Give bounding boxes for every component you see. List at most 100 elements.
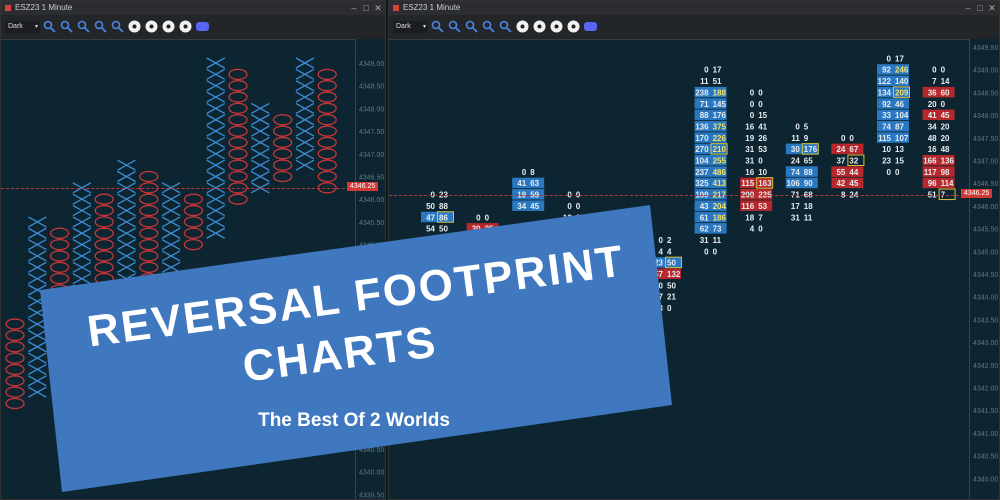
ask-volume: 17 — [713, 66, 722, 75]
refresh-icon[interactable] — [179, 20, 192, 33]
left-window-title: ESZ23 1 Minute — [15, 3, 73, 12]
line-icon[interactable] — [145, 20, 158, 33]
ask-volume: 0 — [941, 66, 946, 75]
pencil-tool-icon[interactable] — [111, 20, 124, 33]
axis-tick-label: 4341.00 — [973, 431, 998, 438]
bid-volume: 27 — [654, 293, 663, 302]
ask-volume: 50 — [439, 225, 448, 234]
left-price-axis[interactable]: 4349.00 4348.50 4348.00 4347.50 4347.00 4346.… — [355, 39, 386, 500]
footprint-column: 0 17 11 51 238 188 71 145 88 176 136 375 170 226 270 21… — [694, 66, 728, 256]
pf-o-mark — [139, 204, 159, 217]
footprint-plot[interactable]: 0 2350 8847 8654 500 030 2533 170 841 6319 5934 450… — [389, 39, 969, 500]
ask-volume: 7 — [758, 213, 763, 222]
ask-volume: 73 — [713, 225, 722, 234]
ask-volume: 104 — [895, 111, 909, 120]
layout-icon[interactable] — [431, 20, 444, 33]
bid-volume: 7 — [932, 77, 937, 86]
zoom-in-icon[interactable] — [60, 20, 73, 33]
ask-volume: 18 — [804, 202, 813, 211]
pf-o-mark — [94, 318, 114, 330]
refresh-icon[interactable] — [567, 20, 580, 33]
minimize-icon[interactable]: – — [963, 1, 973, 15]
pf-o-mark — [272, 136, 293, 149]
pencil-tool-icon[interactable] — [499, 20, 512, 33]
ask-volume: 10 — [758, 168, 767, 177]
ask-volume: 176 — [804, 145, 818, 154]
ask-volume: 11 — [804, 213, 813, 222]
cursor-icon[interactable] — [516, 20, 529, 33]
pf-o-mark — [228, 136, 248, 149]
pf-o-mark — [228, 125, 248, 137]
line-icon[interactable] — [533, 20, 546, 33]
search-icon[interactable] — [482, 20, 495, 33]
close-icon[interactable]: ✕ — [987, 1, 997, 15]
app-icon — [393, 5, 399, 11]
bid-volume: 74 — [882, 122, 891, 131]
pf-o-mark — [317, 159, 337, 171]
info-icon[interactable] — [550, 20, 563, 33]
axis-tick-label: 4341.00 — [359, 424, 384, 431]
ask-volume: 44 — [849, 168, 858, 177]
bid-volume: 0 — [659, 236, 664, 245]
pf-o-mark — [228, 159, 248, 171]
discord-icon[interactable] — [584, 20, 597, 33]
theme-select[interactable]: Dark ▾ — [5, 21, 40, 33]
ask-volume: 51 — [713, 77, 722, 86]
zoom-out-icon[interactable] — [465, 20, 478, 33]
minimize-icon[interactable]: – — [349, 1, 359, 15]
bid-volume: 0 — [476, 213, 481, 222]
ask-volume: 107 — [895, 134, 909, 143]
last-price-line — [389, 194, 969, 196]
cursor-icon[interactable] — [128, 20, 141, 33]
ask-volume: 60 — [941, 88, 950, 97]
bid-volume: 11 — [700, 77, 709, 86]
pf-o-mark — [49, 295, 70, 308]
last-price-tag: 4346.25 — [961, 188, 993, 198]
maximize-icon[interactable]: □ — [975, 1, 985, 15]
left-toolbar: Dark ▾ — [1, 15, 385, 40]
ask-volume: 132 — [667, 270, 681, 279]
axis-tick-label: 4343.00 — [973, 340, 998, 347]
close-icon[interactable]: ✕ — [373, 1, 383, 15]
pf-o-mark — [49, 352, 70, 364]
pf-o-mark — [49, 238, 70, 251]
info-icon[interactable] — [162, 20, 175, 33]
bid-volume: 104 — [695, 157, 709, 166]
ask-volume: 48 — [941, 145, 950, 154]
ask-volume: 5 — [804, 122, 809, 131]
pf-column-X — [206, 57, 226, 239]
bid-volume: 57 — [654, 270, 663, 279]
discord-icon[interactable] — [196, 20, 209, 33]
pf-o-mark — [49, 227, 70, 239]
layout-icon[interactable] — [43, 20, 56, 33]
axis-tick-label: 4340.50 — [359, 447, 384, 454]
zoom-out-icon[interactable] — [77, 20, 90, 33]
axis-tick-label: 4345.50 — [973, 227, 998, 234]
bid-volume: 116 — [741, 202, 754, 211]
ask-volume: 50 — [621, 213, 630, 222]
right-price-axis[interactable]: 4349.50 4349.00 4348.50 4348.00 4347.50 4347.… — [969, 39, 1000, 500]
ask-volume: 9 — [804, 134, 809, 143]
bid-volume: 96 — [928, 179, 937, 188]
bid-volume: 0 — [750, 100, 755, 109]
pf-column-X — [161, 182, 181, 285]
bid-volume: 134 — [878, 88, 892, 97]
pf-o-mark — [183, 227, 204, 239]
pf-o-mark — [5, 363, 25, 376]
ask-volume: 136 — [941, 157, 955, 166]
pf-o-mark — [139, 272, 159, 285]
pf-o-mark — [139, 193, 159, 205]
ask-volume: 21 — [667, 293, 676, 302]
point-figure-plot[interactable] — [1, 39, 355, 500]
theme-select[interactable]: Dark ▾ — [393, 21, 428, 33]
maximize-icon[interactable]: □ — [361, 1, 371, 15]
pf-o-mark — [49, 307, 70, 319]
zoom-in-icon[interactable] — [448, 20, 461, 33]
pf-o-mark — [317, 68, 337, 80]
search-icon[interactable] — [94, 20, 107, 33]
axis-tick-label: 4345.00 — [359, 243, 384, 250]
bid-volume: 23 — [654, 259, 663, 268]
footprint-column: 0 24 423 5057 13250 5027 213 0 — [649, 236, 682, 313]
bid-volume: 0 — [704, 66, 709, 75]
bid-volume: 48 — [928, 134, 937, 143]
